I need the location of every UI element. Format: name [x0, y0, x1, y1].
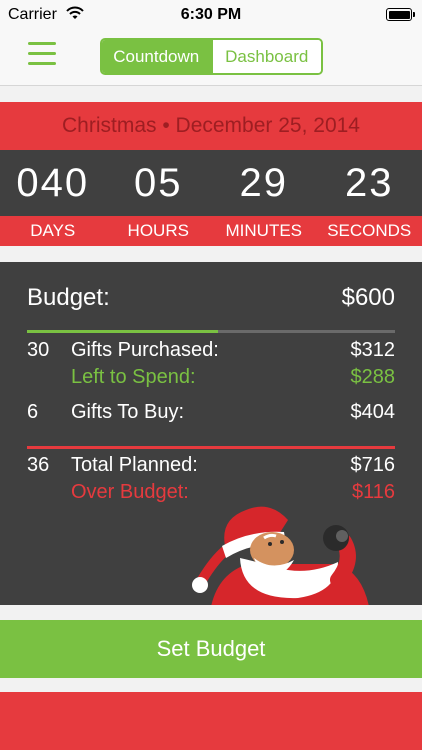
countdown-seconds-value: 23: [345, 161, 394, 205]
countdown-units: DAYS HOURS MINUTES SECONDS: [0, 216, 422, 246]
total-planned-amount: $716: [350, 454, 396, 476]
total-divider-bar: [27, 446, 395, 449]
gifts-purchased-label: Gifts Purchased:: [71, 339, 219, 361]
days-label: DAYS: [30, 221, 76, 240]
gifts-to-buy-amount: $404: [350, 401, 396, 423]
tab-countdown[interactable]: Countdown: [102, 40, 211, 73]
seconds-label: SECONDS: [327, 221, 412, 240]
set-budget-button[interactable]: Set Budget: [0, 620, 422, 678]
gifts-to-buy-label: Gifts To Buy:: [71, 401, 185, 423]
countdown-hours-value: 05: [134, 161, 183, 205]
hours-label: HOURS: [127, 221, 189, 240]
purchased-progress-bar: [27, 330, 395, 333]
battery-icon: [386, 8, 415, 21]
navigation-bar: Countdown Dashboard: [0, 30, 422, 86]
budget-label: Budget:: [27, 284, 110, 311]
over-budget-label: Over Budget:: [71, 481, 189, 503]
countdown-timer: 040 05 29 23: [0, 150, 422, 216]
budget-amount: $600: [341, 284, 395, 311]
gifts-purchased-qty: 30: [27, 339, 50, 361]
gifts-purchased-amount: $312: [350, 339, 396, 361]
event-title-banner: Christmas • December 25, 2014: [0, 102, 422, 150]
view-segmented-control: Countdown Dashboard: [100, 38, 323, 75]
status-time: 6:30 PM: [180, 6, 242, 23]
minutes-label: MINUTES: [225, 221, 303, 240]
total-planned-qty: 36: [27, 454, 50, 476]
left-to-spend-label: Left to Spend:: [71, 366, 196, 388]
tab-dashboard[interactable]: Dashboard: [210, 40, 321, 73]
purchased-progress-fill: [27, 330, 219, 333]
total-planned-label: Total Planned:: [71, 454, 198, 476]
countdown-days-value: 040: [16, 161, 90, 205]
status-bar: Carrier 6:30 PM: [0, 0, 422, 30]
countdown-minutes-value: 29: [239, 161, 288, 205]
gifts-to-buy-qty: 6: [27, 401, 39, 423]
hamburger-menu-icon[interactable]: [28, 42, 56, 66]
bottom-red-bar: [0, 692, 422, 750]
over-budget-amount: $116: [351, 481, 395, 503]
budget-panel: Budget: $600 30 Gifts Purchased: $312 Le…: [0, 262, 422, 605]
santa-claus-illustration: [192, 506, 369, 605]
left-to-spend-amount: $288: [350, 366, 396, 388]
